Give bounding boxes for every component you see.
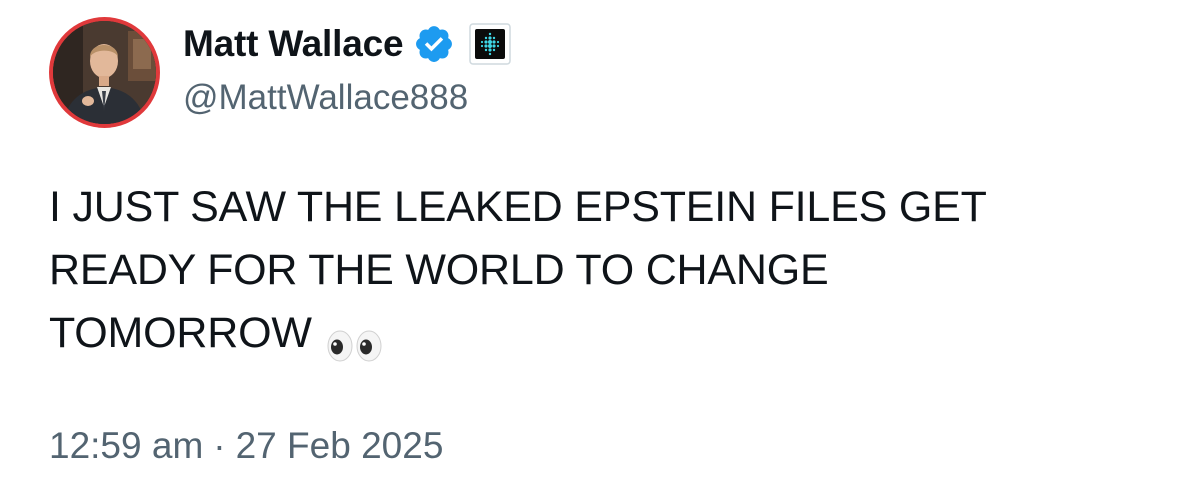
display-name[interactable]: Matt Wallace: [183, 23, 404, 65]
tweet-timestamp[interactable]: 12:59 am · 27 Feb 2025: [49, 425, 443, 467]
avatar[interactable]: [49, 17, 160, 128]
tweet-text: I JUST SAW THE LEAKED EPSTEIN FILES GET …: [49, 176, 1149, 365]
timestamp-separator: ·: [213, 425, 226, 466]
tweet-header: Matt Wallace @MattWallace888: [183, 18, 512, 128]
tweet-text-fragment: TOMORROW: [49, 309, 312, 357]
tweet-text-line: I JUST SAW THE LEAKED EPSTEIN FILES GET: [49, 183, 987, 231]
tweet-text-line-last: TOMORROW: [49, 302, 1149, 365]
affiliate-badge-icon[interactable]: [469, 23, 512, 65]
tweet-card: Matt Wallace @MattWallace888 I JUST SAW …: [0, 0, 1199, 493]
tweet-text-line: READY FOR THE WORLD TO CHANGE: [49, 246, 829, 294]
timestamp-time[interactable]: 12:59 am: [49, 425, 203, 466]
verified-badge-icon[interactable]: [413, 23, 455, 65]
eyes-icon: [326, 317, 384, 362]
profile-photo: [53, 21, 156, 124]
name-row: Matt Wallace: [183, 18, 512, 70]
timestamp-date[interactable]: 27 Feb 2025: [236, 425, 444, 466]
user-handle[interactable]: @MattWallace888: [183, 78, 511, 118]
